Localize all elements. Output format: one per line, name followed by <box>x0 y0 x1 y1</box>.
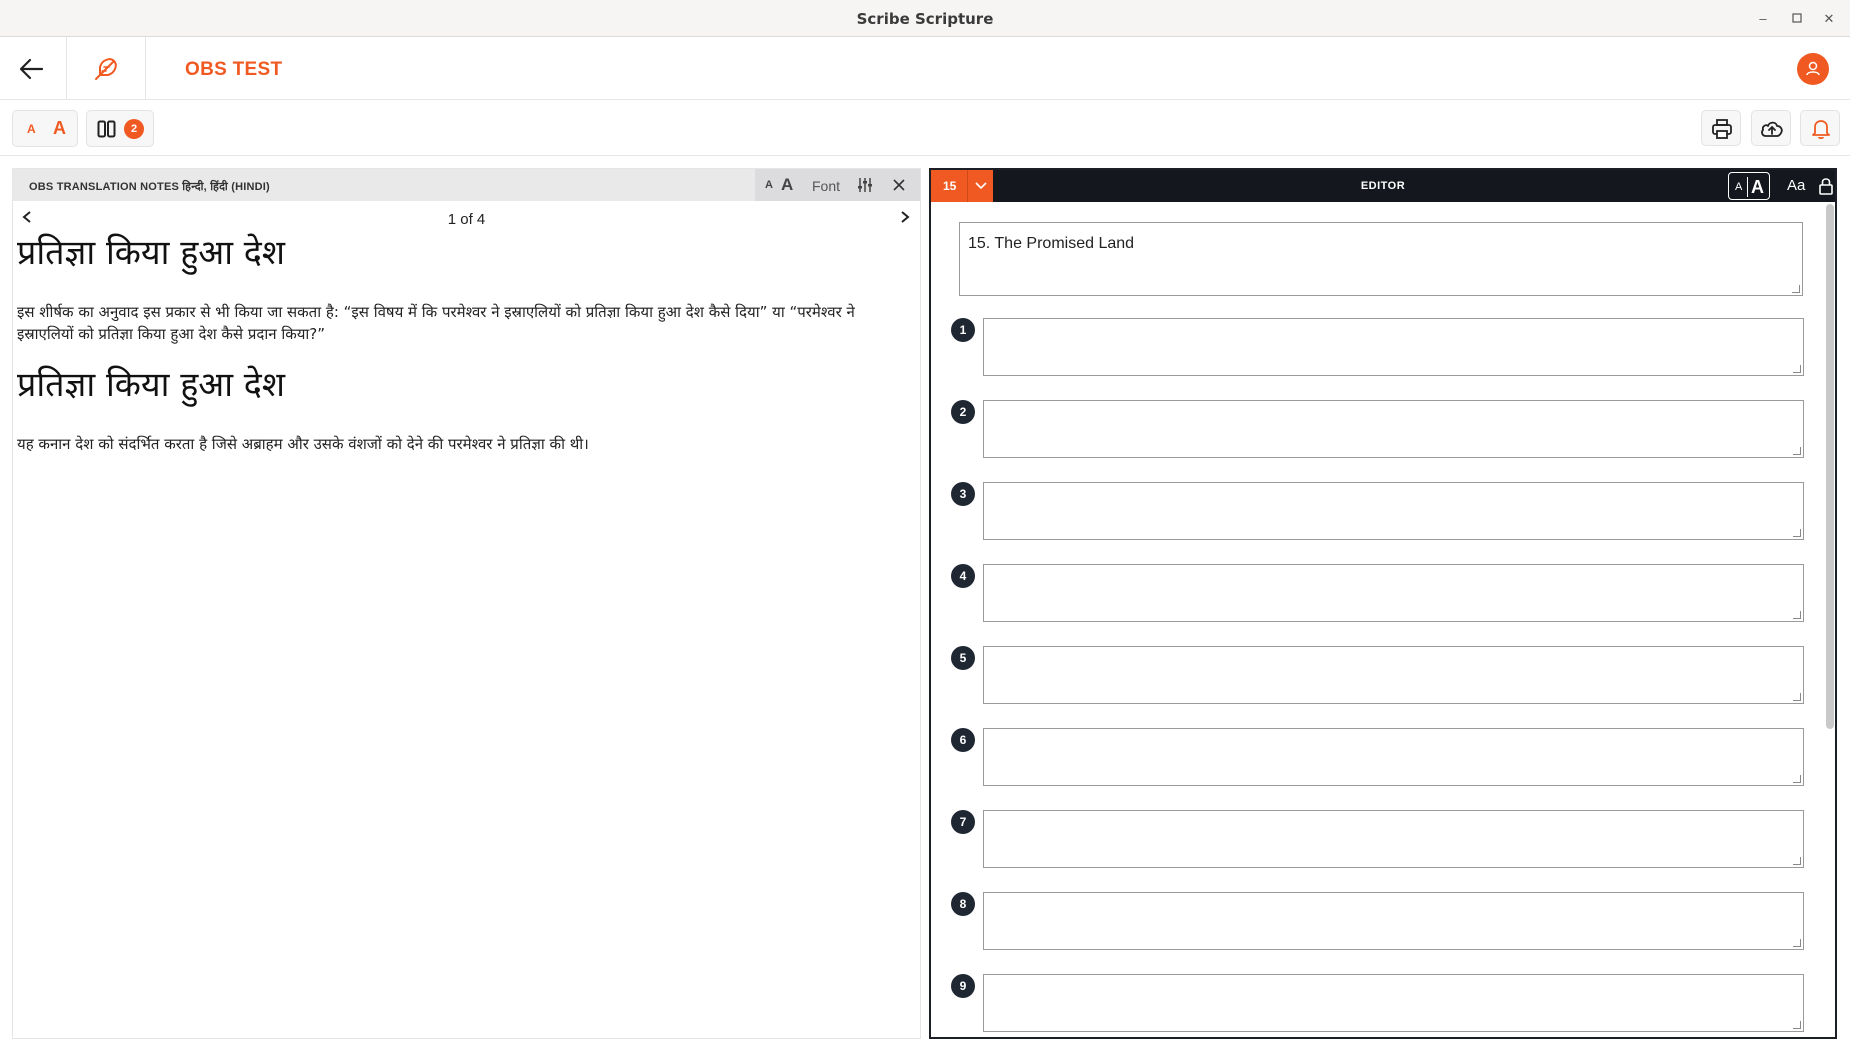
resize-handle[interactable] <box>1793 775 1801 783</box>
verse-text-field[interactable] <box>983 318 1804 376</box>
verse-text-field[interactable] <box>983 728 1804 786</box>
font-size-toggle[interactable]: A A <box>1728 172 1770 200</box>
toolbar: A A 2 <box>0 100 1850 156</box>
resize-handle[interactable] <box>1793 857 1801 865</box>
note-heading: प्रतिज्ञा किया हुआ देश <box>17 365 285 405</box>
window-titlebar: Scribe Scripture – ✕ <box>0 0 1850 37</box>
font-increase-icon[interactable]: A <box>1751 177 1764 198</box>
print-button[interactable] <box>1701 110 1741 146</box>
font-increase-icon[interactable]: A <box>781 175 793 195</box>
verse-text-field[interactable] <box>983 974 1804 1032</box>
pane-title: OBS TRANSLATION NOTES हिन्दी, हिंदी (HIN… <box>29 181 270 193</box>
notifications-button[interactable] <box>1800 110 1840 146</box>
resize-handle[interactable] <box>1793 529 1801 537</box>
user-avatar[interactable] <box>1797 53 1829 85</box>
verse-text-field[interactable] <box>983 892 1804 950</box>
verse-row: 5 <box>951 646 1811 706</box>
bell-icon <box>1812 120 1830 140</box>
verse-text-field[interactable] <box>983 400 1804 458</box>
maximize-icon[interactable] <box>1786 8 1808 30</box>
story-title-text: 15. The Promised Land <box>968 235 1135 252</box>
resize-handle[interactable] <box>1792 285 1800 293</box>
translation-notes-pane: OBS TRANSLATION NOTES हिन्दी, हिंदी (HIN… <box>12 168 921 1039</box>
verse-row: 2 <box>951 400 1811 460</box>
lock-icon[interactable] <box>1819 176 1833 196</box>
feather-pen-icon[interactable] <box>88 51 124 87</box>
pane-tools: A A Font <box>755 169 920 201</box>
cloud-upload-icon <box>1761 121 1783 137</box>
pane-pager: 1 of 4 <box>13 201 920 231</box>
divider <box>1747 177 1748 197</box>
editor-pane: 15 EDITOR A A Aa 15. The Promised Land 1… <box>929 168 1837 1039</box>
font-increase-icon[interactable]: A <box>53 118 66 139</box>
printer-icon <box>1712 119 1732 139</box>
verse-number: 3 <box>951 482 975 506</box>
verse-number: 7 <box>951 810 975 834</box>
story-title-field[interactable]: 15. The Promised Land <box>959 222 1803 296</box>
settings-sliders-icon[interactable] <box>857 177 873 193</box>
verse-number: 1 <box>951 318 975 342</box>
project-title: OBS TEST <box>185 59 283 80</box>
columns-icon <box>97 120 116 138</box>
verse-row: 8 <box>951 892 1811 952</box>
pane-header: OBS TRANSLATION NOTES हिन्दी, हिंदी (HIN… <box>13 169 920 201</box>
verse-number: 4 <box>951 564 975 588</box>
header-divider <box>145 37 146 100</box>
resize-handle[interactable] <box>1793 447 1801 455</box>
font-decrease-icon[interactable]: A <box>27 122 36 136</box>
verse-row: 6 <box>951 728 1811 788</box>
resize-handle[interactable] <box>1793 693 1801 701</box>
verse-row: 3 <box>951 482 1811 542</box>
verse-text-field[interactable] <box>983 646 1804 704</box>
verse-text-field[interactable] <box>983 482 1804 540</box>
resources-count-badge: 2 <box>124 119 144 139</box>
close-window-icon[interactable]: ✕ <box>1818 8 1840 30</box>
user-icon <box>1806 61 1820 76</box>
resize-handle[interactable] <box>1793 365 1801 373</box>
verse-text-field[interactable] <box>983 564 1804 622</box>
verse-row: 1 <box>951 318 1811 378</box>
resize-handle[interactable] <box>1793 939 1801 947</box>
verse-number: 8 <box>951 892 975 916</box>
window-title: Scribe Scripture <box>856 10 994 28</box>
editor-scrollbar[interactable] <box>1826 204 1834 729</box>
note-body: इस शीर्षक का अनुवाद इस प्रकार से भी किया… <box>17 303 855 343</box>
sync-button[interactable] <box>1751 110 1791 146</box>
font-family-button[interactable]: Aa <box>1787 177 1805 194</box>
arrow-left-icon <box>19 58 44 80</box>
verse-number: 6 <box>951 728 975 752</box>
close-pane-icon[interactable] <box>893 179 905 191</box>
editor-header: 15 EDITOR A A Aa <box>931 170 1835 202</box>
notes-content: प्रतिज्ञा किया हुआ देश इस शीर्षक का अनुव… <box>17 231 897 455</box>
verse-row: 4 <box>951 564 1811 624</box>
verse-row: 9 <box>951 974 1811 1034</box>
header-divider <box>66 37 67 100</box>
app-header: OBS TEST <box>0 37 1850 100</box>
verse-number: 5 <box>951 646 975 670</box>
chevron-right-icon[interactable] <box>899 210 911 224</box>
verse-number: 9 <box>951 974 975 998</box>
verse-number: 2 <box>951 400 975 424</box>
note-heading: प्रतिज्ञा किया हुआ देश <box>17 233 285 273</box>
font-selector[interactable]: Font <box>812 178 840 194</box>
verse-text-field[interactable] <box>983 810 1804 868</box>
note-body: यह कनान देश को संदर्भित करता है जिसे अब्… <box>17 435 589 453</box>
verse-row: 7 <box>951 810 1811 870</box>
page-indicator: 1 of 4 <box>447 211 486 228</box>
editor-content: 15. The Promised Land 1 2 3 4 5 6 7 8 9 <box>931 202 1835 1037</box>
back-button[interactable] <box>12 51 52 87</box>
font-decrease-icon[interactable]: A <box>1735 181 1742 193</box>
editor-title: EDITOR <box>1360 180 1406 192</box>
resize-handle[interactable] <box>1793 1021 1801 1029</box>
font-size-toggle[interactable]: A A <box>12 110 78 147</box>
font-decrease-icon[interactable]: A <box>765 179 773 191</box>
resize-handle[interactable] <box>1793 611 1801 619</box>
minimize-icon[interactable]: – <box>1752 8 1774 30</box>
resources-button[interactable]: 2 <box>86 110 154 147</box>
